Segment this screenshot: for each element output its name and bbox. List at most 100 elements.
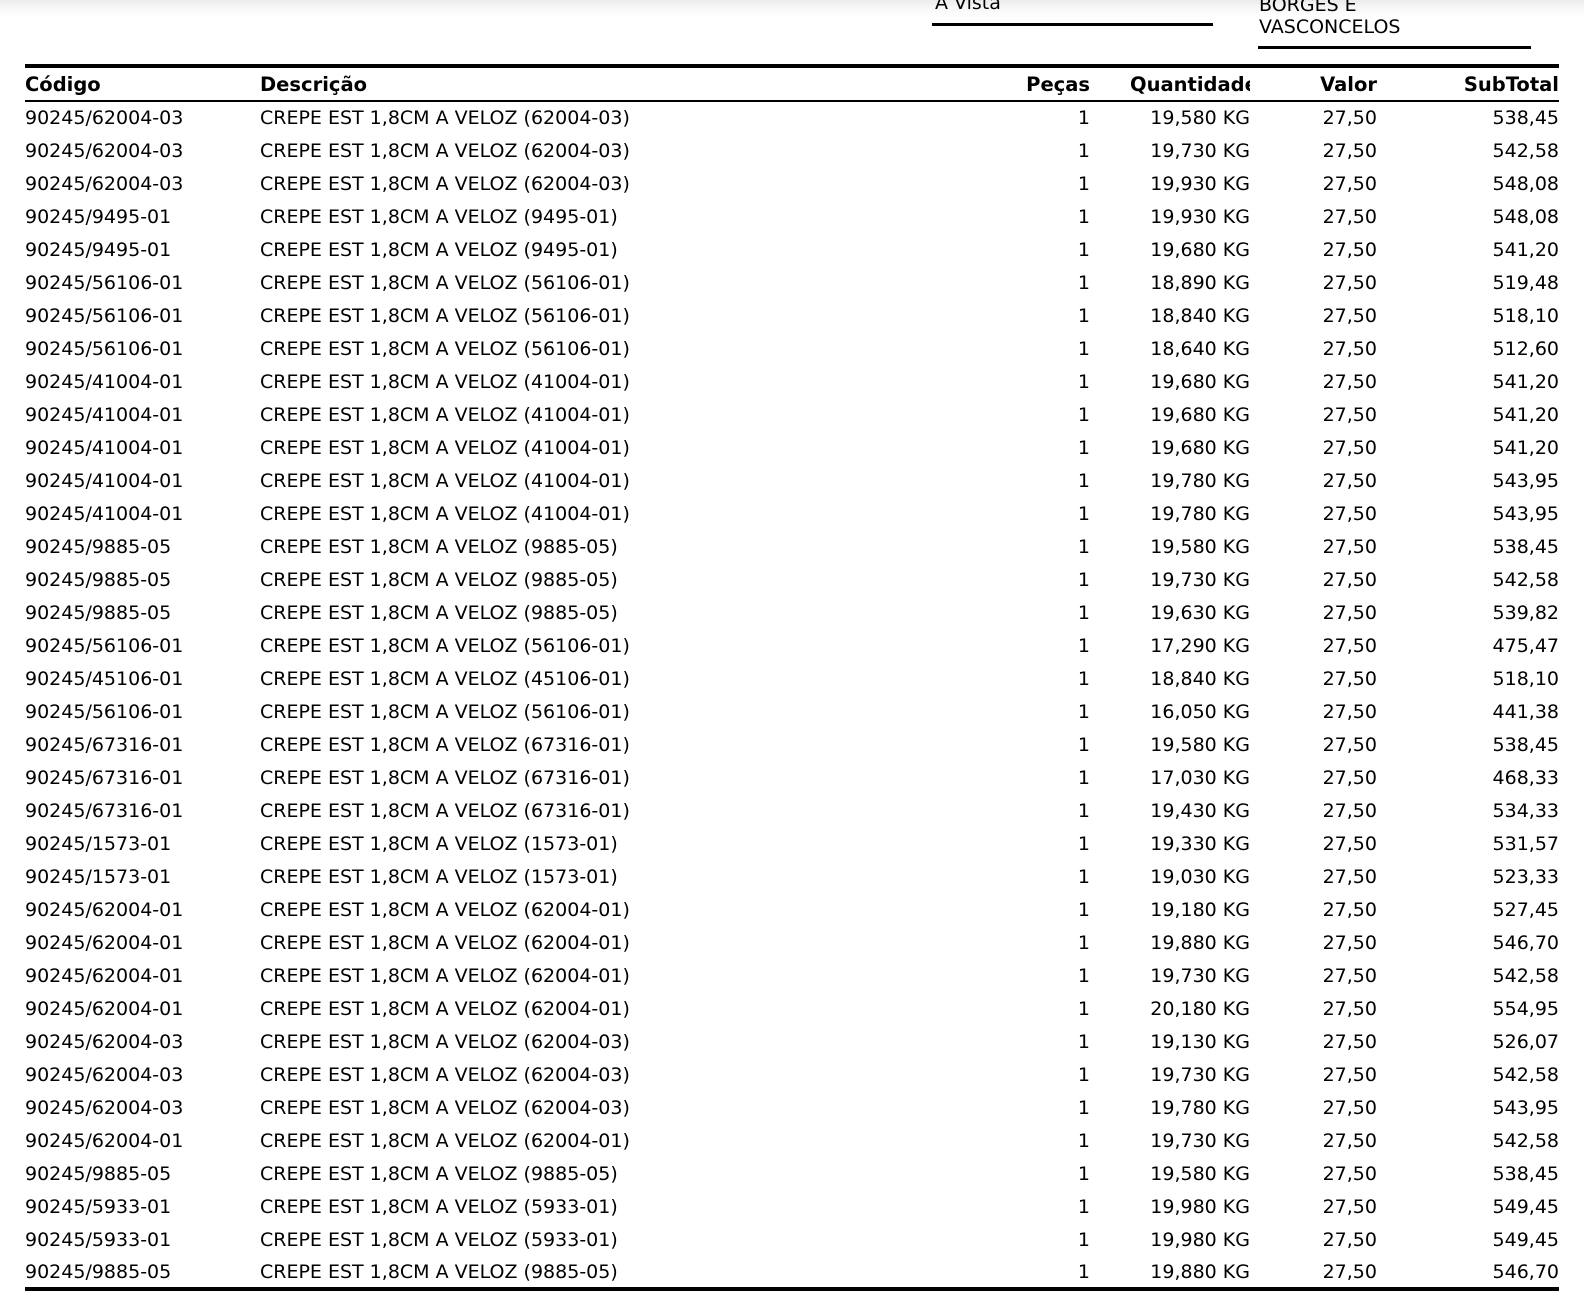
table-row: 90245/9885-05 CREPE EST 1,8CM A VELOZ (9… <box>25 530 1559 563</box>
cell-valor: 27,50 <box>1250 365 1377 398</box>
cell-descricao: CREPE EST 1,8CM A VELOZ (56106-01) <box>260 266 970 299</box>
cell-valor: 27,50 <box>1250 662 1377 695</box>
cell-codigo: 90245/67316-01 <box>25 728 260 761</box>
cell-subtotal: 475,47 <box>1377 629 1559 662</box>
table-row: 90245/9885-05 CREPE EST 1,8CM A VELOZ (9… <box>25 1157 1559 1190</box>
cell-codigo: 90245/41004-01 <box>25 464 260 497</box>
table-row: 90245/9885-05 CREPE EST 1,8CM A VELOZ (9… <box>25 1256 1559 1289</box>
cell-quantidade: 19,180 KG <box>1090 893 1250 926</box>
cell-subtotal: 542,58 <box>1377 1124 1559 1157</box>
cell-valor: 27,50 <box>1250 1058 1377 1091</box>
table-row: 90245/1573-01 CREPE EST 1,8CM A VELOZ (1… <box>25 827 1559 860</box>
cell-quantidade: 19,930 KG <box>1090 200 1250 233</box>
cell-codigo: 90245/41004-01 <box>25 365 260 398</box>
cell-valor: 27,50 <box>1250 1256 1377 1289</box>
cell-pecas: 1 <box>970 1091 1090 1124</box>
cell-valor: 27,50 <box>1250 893 1377 926</box>
cell-pecas: 1 <box>970 992 1090 1025</box>
table-row: 90245/9885-05 CREPE EST 1,8CM A VELOZ (9… <box>25 596 1559 629</box>
cell-pecas: 1 <box>970 464 1090 497</box>
table-row: 90245/67316-01 CREPE EST 1,8CM A VELOZ (… <box>25 728 1559 761</box>
cell-descricao: CREPE EST 1,8CM A VELOZ (9885-05) <box>260 563 970 596</box>
column-header-descricao: Descrição <box>260 66 970 101</box>
cell-valor: 27,50 <box>1250 1223 1377 1256</box>
cell-descricao: CREPE EST 1,8CM A VELOZ (62004-03) <box>260 101 970 134</box>
table-row: 90245/56106-01 CREPE EST 1,8CM A VELOZ (… <box>25 266 1559 299</box>
cell-descricao: CREPE EST 1,8CM A VELOZ (41004-01) <box>260 497 970 530</box>
cell-valor: 27,50 <box>1250 563 1377 596</box>
table-row: 90245/62004-03 CREPE EST 1,8CM A VELOZ (… <box>25 167 1559 200</box>
cell-subtotal: 542,58 <box>1377 563 1559 596</box>
cell-pecas: 1 <box>970 431 1090 464</box>
cell-valor: 27,50 <box>1250 695 1377 728</box>
cell-valor: 27,50 <box>1250 134 1377 167</box>
cell-pecas: 1 <box>970 1058 1090 1091</box>
cell-quantidade: 19,630 KG <box>1090 596 1250 629</box>
cell-subtotal: 542,58 <box>1377 959 1559 992</box>
cell-valor: 27,50 <box>1250 530 1377 563</box>
cell-codigo: 90245/1573-01 <box>25 827 260 860</box>
cell-pecas: 1 <box>970 1256 1090 1289</box>
cell-subtotal: 519,48 <box>1377 266 1559 299</box>
cell-codigo: 90245/9885-05 <box>25 1256 260 1289</box>
cell-valor: 27,50 <box>1250 1091 1377 1124</box>
cell-descricao: CREPE EST 1,8CM A VELOZ (62004-03) <box>260 1025 970 1058</box>
table-row: 90245/41004-01 CREPE EST 1,8CM A VELOZ (… <box>25 365 1559 398</box>
cell-valor: 27,50 <box>1250 200 1377 233</box>
items-table-body: 90245/62004-03 CREPE EST 1,8CM A VELOZ (… <box>25 101 1559 1289</box>
table-row: 90245/9885-05 CREPE EST 1,8CM A VELOZ (9… <box>25 563 1559 596</box>
cell-quantidade: 19,030 KG <box>1090 860 1250 893</box>
cell-codigo: 90245/62004-01 <box>25 1124 260 1157</box>
cell-codigo: 90245/62004-03 <box>25 134 260 167</box>
table-row: 90245/56106-01 CREPE EST 1,8CM A VELOZ (… <box>25 332 1559 365</box>
cell-quantidade: 19,680 KG <box>1090 398 1250 431</box>
cell-pecas: 1 <box>970 1157 1090 1190</box>
cell-codigo: 90245/9885-05 <box>25 1157 260 1190</box>
cell-descricao: CREPE EST 1,8CM A VELOZ (62004-03) <box>260 1091 970 1124</box>
cell-quantidade: 19,580 KG <box>1090 101 1250 134</box>
cell-codigo: 90245/41004-01 <box>25 431 260 464</box>
cell-pecas: 1 <box>970 365 1090 398</box>
cell-pecas: 1 <box>970 794 1090 827</box>
table-row: 90245/62004-03 CREPE EST 1,8CM A VELOZ (… <box>25 1058 1559 1091</box>
cell-quantidade: 19,780 KG <box>1090 1091 1250 1124</box>
cell-subtotal: 538,45 <box>1377 530 1559 563</box>
cell-descricao: CREPE EST 1,8CM A VELOZ (56106-01) <box>260 629 970 662</box>
cell-quantidade: 19,880 KG <box>1090 926 1250 959</box>
cell-valor: 27,50 <box>1250 431 1377 464</box>
cell-pecas: 1 <box>970 893 1090 926</box>
column-header-quantidade: Quantidade <box>1130 73 1250 96</box>
cell-descricao: CREPE EST 1,8CM A VELOZ (41004-01) <box>260 398 970 431</box>
cell-subtotal: 546,70 <box>1377 1256 1559 1289</box>
cell-quantidade: 19,780 KG <box>1090 464 1250 497</box>
cell-descricao: CREPE EST 1,8CM A VELOZ (56106-01) <box>260 299 970 332</box>
cell-codigo: 90245/62004-01 <box>25 926 260 959</box>
cell-pecas: 1 <box>970 1223 1090 1256</box>
cell-valor: 27,50 <box>1250 1157 1377 1190</box>
cell-codigo: 90245/62004-01 <box>25 893 260 926</box>
cell-subtotal: 548,08 <box>1377 200 1559 233</box>
cell-codigo: 90245/5933-01 <box>25 1190 260 1223</box>
cell-subtotal: 541,20 <box>1377 233 1559 266</box>
cell-descricao: CREPE EST 1,8CM A VELOZ (62004-03) <box>260 1058 970 1091</box>
cell-pecas: 1 <box>970 332 1090 365</box>
cell-valor: 27,50 <box>1250 497 1377 530</box>
table-row: 90245/67316-01 CREPE EST 1,8CM A VELOZ (… <box>25 794 1559 827</box>
table-row: 90245/62004-01 CREPE EST 1,8CM A VELOZ (… <box>25 926 1559 959</box>
cell-valor: 27,50 <box>1250 761 1377 794</box>
cell-valor: 27,50 <box>1250 398 1377 431</box>
cell-pecas: 1 <box>970 266 1090 299</box>
cell-pecas: 1 <box>970 398 1090 431</box>
cell-subtotal: 538,45 <box>1377 101 1559 134</box>
cell-codigo: 90245/9495-01 <box>25 200 260 233</box>
cell-codigo: 90245/56106-01 <box>25 695 260 728</box>
cell-quantidade: 18,890 KG <box>1090 266 1250 299</box>
cell-quantidade: 19,730 KG <box>1090 134 1250 167</box>
cell-valor: 27,50 <box>1250 299 1377 332</box>
cell-subtotal: 512,60 <box>1377 332 1559 365</box>
cell-codigo: 90245/62004-03 <box>25 1058 260 1091</box>
report-page: À Vista BORGES E VASCONCELOS Código Desc… <box>0 0 1584 1310</box>
cell-subtotal: 468,33 <box>1377 761 1559 794</box>
table-row: 90245/62004-01 CREPE EST 1,8CM A VELOZ (… <box>25 992 1559 1025</box>
cell-subtotal: 531,57 <box>1377 827 1559 860</box>
